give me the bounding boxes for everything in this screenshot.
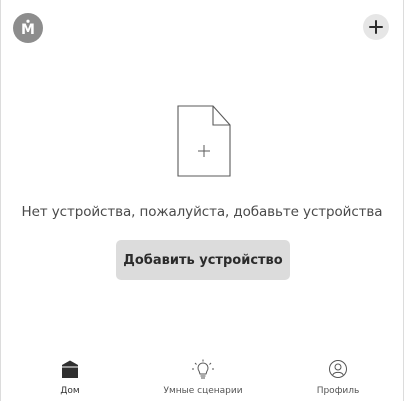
nav-item-home[interactable]: Дом bbox=[15, 353, 125, 401]
nav-item-scenes[interactable]: Умные сценарии bbox=[148, 353, 258, 401]
app-screen: M Нет устройства, пожалуйста, добавьте у… bbox=[0, 0, 404, 401]
add-button[interactable] bbox=[363, 14, 389, 40]
nav-label-home: Дом bbox=[60, 386, 80, 396]
avatar-letter: M bbox=[21, 22, 35, 37]
profile-icon bbox=[329, 360, 347, 378]
user-avatar-icon: M bbox=[21, 19, 35, 37]
empty-state-message: Нет устройства, пожалуйста, добавьте уст… bbox=[21, 204, 383, 220]
add-device-button[interactable]: Добавить устройство bbox=[116, 240, 290, 280]
home-icon bbox=[62, 360, 78, 378]
bottom-nav: Дом Умные сценарии Профиль bbox=[1, 353, 403, 401]
nav-label-scenes: Умные сценарии bbox=[163, 386, 243, 396]
lightbulb-icon bbox=[192, 359, 214, 379]
file-plus-icon bbox=[177, 105, 231, 177]
nav-item-profile[interactable]: Профиль bbox=[283, 353, 393, 401]
plus-icon bbox=[369, 20, 383, 34]
nav-label-profile: Профиль bbox=[316, 386, 360, 396]
avatar[interactable]: M bbox=[13, 13, 43, 43]
